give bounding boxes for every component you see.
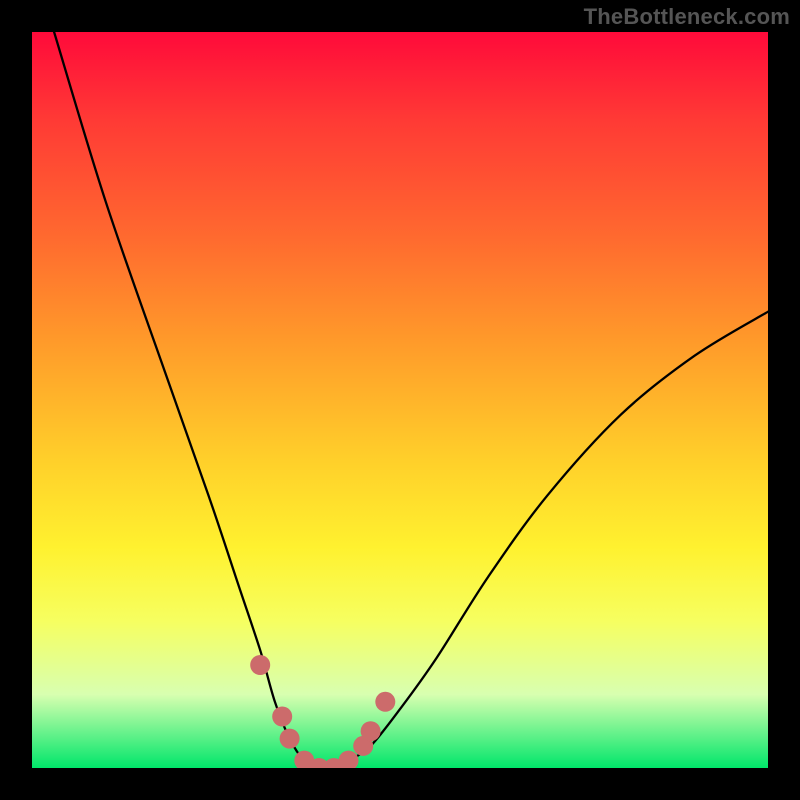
chart-overlay: [32, 32, 768, 768]
curve-marker: [272, 707, 292, 727]
curve-marker: [339, 751, 359, 768]
curve-markers: [250, 655, 395, 768]
watermark-text: TheBottleneck.com: [584, 4, 790, 30]
chart-container: TheBottleneck.com: [0, 0, 800, 800]
curve-marker: [375, 692, 395, 712]
plot-area: [32, 32, 768, 768]
curve-marker: [361, 721, 381, 741]
bottleneck-curve: [54, 32, 768, 768]
curve-marker: [250, 655, 270, 675]
curve-marker: [280, 729, 300, 749]
